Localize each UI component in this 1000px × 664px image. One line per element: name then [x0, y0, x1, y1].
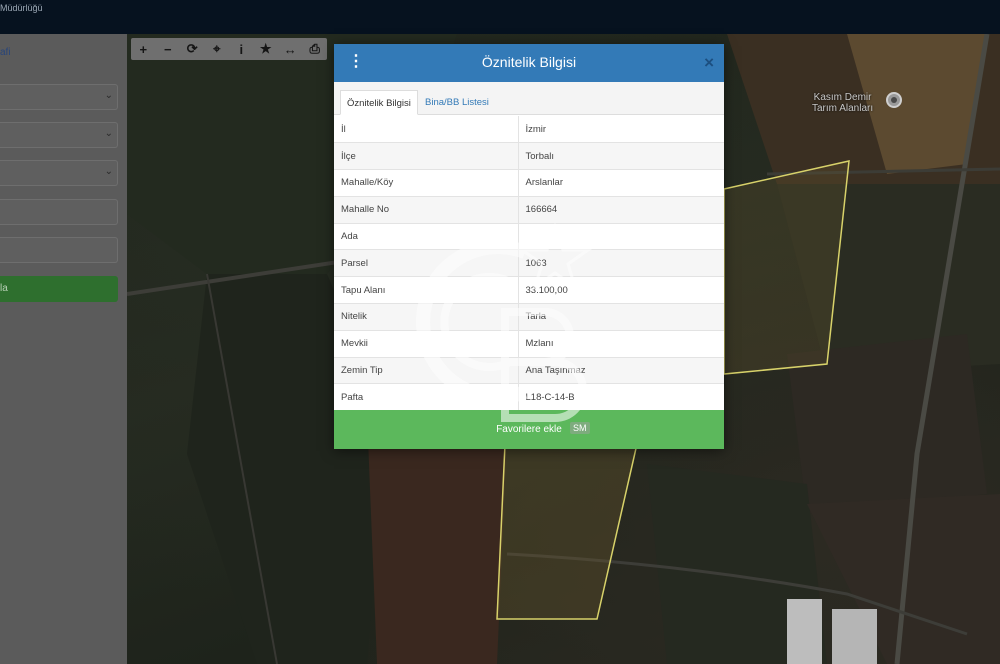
locate-icon[interactable]: ⌖ — [205, 38, 230, 60]
attribute-key: Parsel — [334, 249, 519, 278]
attribute-key: Mevkii — [334, 330, 519, 358]
chevron-down-icon: ⌄ — [104, 166, 113, 177]
table-row: Mahalle/Köy Arslanlar — [334, 169, 724, 197]
attribute-value: L18-C-14-B — [518, 383, 724, 412]
attribute-info-dialog: ⋮ Öznitelik Bilgisi × Öznitelik Bilgisi … — [334, 44, 724, 449]
table-row: Nitelik Tarla — [334, 303, 724, 331]
parcel-input[interactable] — [0, 237, 118, 263]
table-row: Pafta L18-C-14-B — [334, 383, 724, 412]
district-select[interactable]: ⌄ — [0, 122, 118, 148]
attribute-key: Pafta — [334, 383, 519, 412]
table-row: İl İzmir — [334, 116, 724, 144]
print-icon[interactable]: ⎙ — [303, 38, 328, 60]
attribute-key: Mahalle/Köy — [334, 169, 519, 197]
add-to-favorites-button[interactable]: Favorilere ekle — [334, 410, 724, 449]
zoom-in-icon[interactable]: + — [131, 38, 156, 60]
province-select[interactable]: ⌄ — [0, 84, 118, 110]
top-app-bar: Müdürlüğü — [0, 0, 1000, 34]
attribute-key: Nitelik — [334, 303, 519, 331]
attribute-value: Mzlanı — [518, 330, 724, 358]
attribute-key: İlçe — [334, 142, 519, 171]
measure-icon[interactable]: ↔ — [278, 38, 303, 60]
attribute-key: İl — [334, 116, 519, 144]
left-search-panel: afi ⌄ ⌄ ⌄ la — [0, 34, 127, 664]
block-input[interactable] — [0, 199, 118, 225]
query-button[interactable]: la — [0, 276, 118, 302]
attribute-key: Ada — [334, 223, 519, 251]
dialog-tabs: Öznitelik Bilgisi Bina/BB Listesi — [334, 82, 724, 115]
attribute-value — [518, 223, 724, 251]
panel-link[interactable]: afi — [0, 47, 11, 58]
attribute-value: Arslanlar — [518, 169, 724, 197]
info-icon[interactable]: i — [229, 38, 254, 60]
dialog-header: ⋮ Öznitelik Bilgisi × — [334, 44, 724, 82]
dialog-title: Öznitelik Bilgisi — [481, 54, 577, 70]
table-row: Mahalle No 166664 — [334, 196, 724, 224]
attribute-value: İzmir — [518, 116, 724, 144]
attribute-key: Mahalle No — [334, 196, 519, 224]
attribute-key: Tapu Alanı — [334, 276, 519, 305]
attribute-value: 33.100,00 — [518, 276, 724, 305]
poi-label-line1: Kasım Demir — [813, 92, 872, 103]
brand-text: Müdürlüğü — [0, 3, 43, 13]
tab-building-list[interactable]: Bina/BB Listesi — [419, 90, 495, 115]
table-row: Zemin Tip Ana Taşınmaz — [334, 357, 724, 385]
tab-attribute-info[interactable]: Öznitelik Bilgisi — [340, 90, 418, 115]
close-icon[interactable]: × — [704, 53, 714, 73]
poi-label-line2: Tarım Alanları — [812, 103, 874, 114]
attribute-value: Torbalı — [518, 142, 724, 171]
zoom-out-icon[interactable]: − — [156, 38, 181, 60]
table-row: Ada — [334, 223, 724, 251]
attribute-value: Tarla — [518, 303, 724, 331]
attribute-key: Zemin Tip — [334, 357, 519, 385]
poi-label[interactable]: Kasım Demir Tarım Alanları — [812, 92, 873, 114]
star-icon[interactable]: ★ — [254, 38, 279, 60]
table-row: Tapu Alanı 33.100,00 — [334, 276, 724, 305]
attribute-value: 166664 — [518, 196, 724, 224]
map-toolbar: + − ⟳ ⌖ i ★ ↔ ⎙ — [131, 38, 327, 60]
chevron-down-icon: ⌄ — [104, 90, 113, 101]
attribute-value: Ana Taşınmaz — [518, 357, 724, 385]
refresh-icon[interactable]: ⟳ — [180, 38, 205, 60]
watermark-badge: SM — [570, 422, 590, 434]
table-row: Mevkii Mzlanı — [334, 330, 724, 358]
chevron-down-icon: ⌄ — [104, 128, 113, 139]
table-row: Parsel 1063 — [334, 249, 724, 278]
neighborhood-select[interactable]: ⌄ — [0, 160, 118, 186]
location-pin-icon[interactable] — [886, 92, 902, 108]
attribute-value: 1063 — [518, 249, 724, 278]
attribute-table: İl İzmir İlçe Torbalı Mahalle/Köy Arslanlar… — [334, 116, 724, 412]
table-row: İlçe Torbalı — [334, 142, 724, 171]
